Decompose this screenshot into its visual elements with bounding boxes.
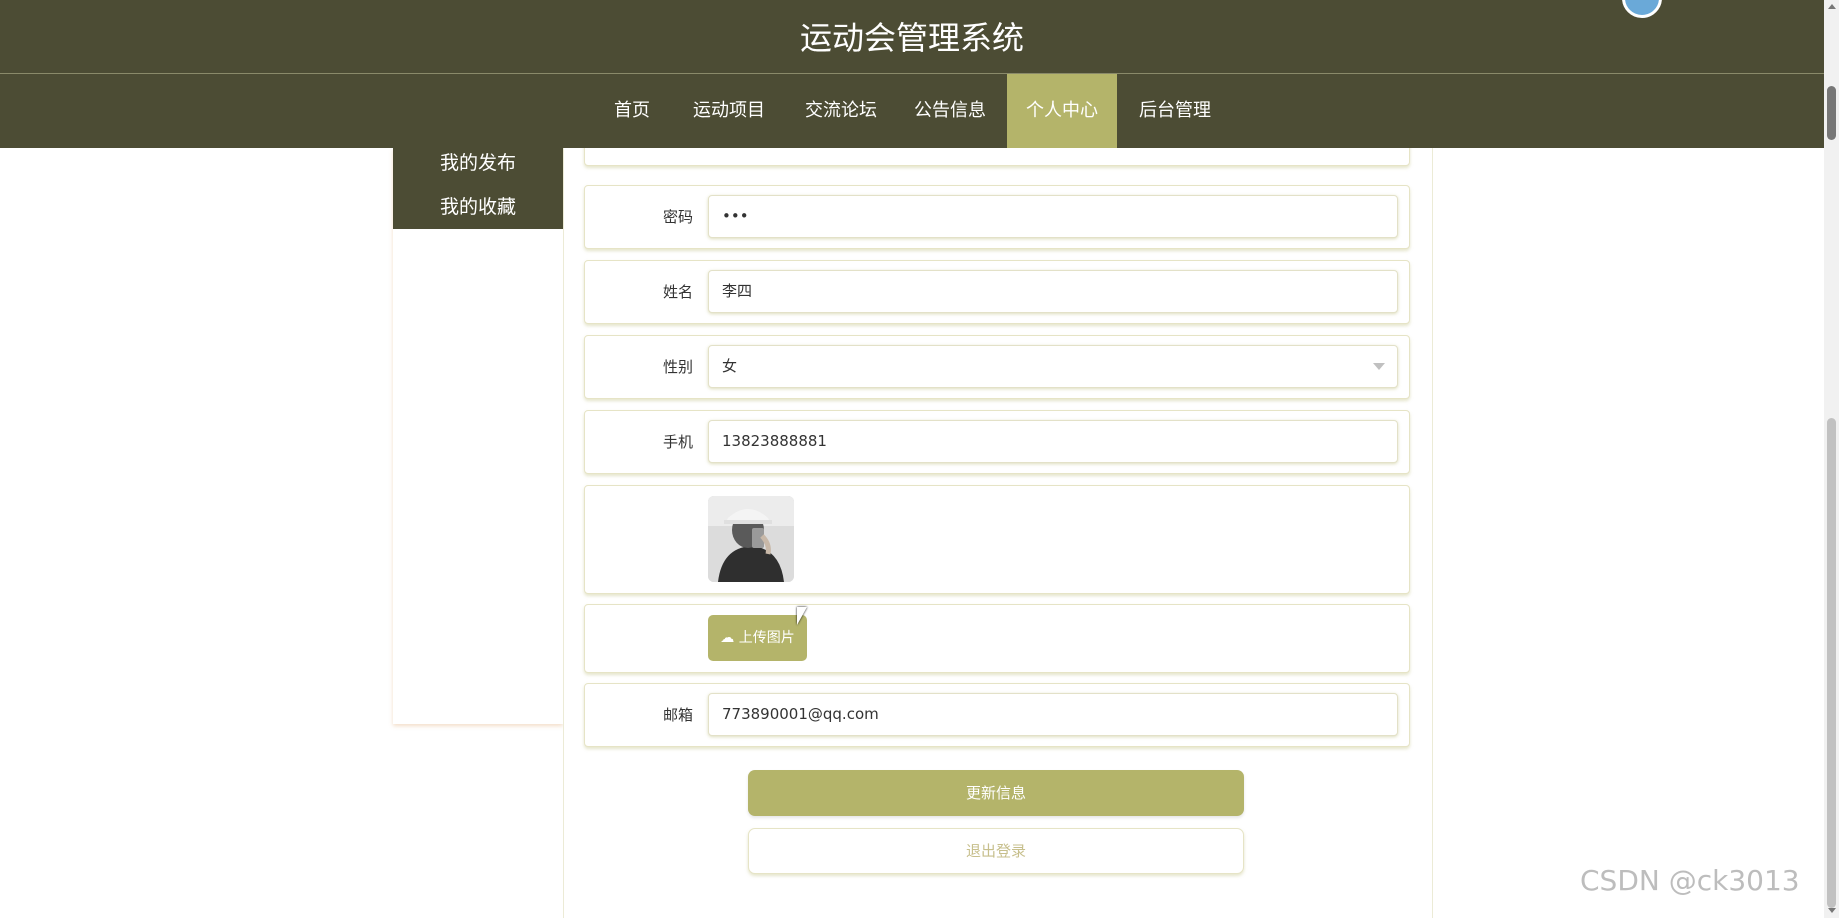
nav-item-sports[interactable]: 运动项目 bbox=[682, 74, 776, 148]
gender-label: 性别 bbox=[662, 358, 693, 376]
main-nav: 首页 运动项目 交流论坛 公告信息 个人中心 后台管理 bbox=[0, 74, 1824, 148]
chevron-down-icon bbox=[1373, 363, 1385, 370]
cloud-upload-icon: ☁ bbox=[720, 630, 735, 646]
upload-image-button[interactable]: ☁ 上传图片 bbox=[708, 615, 807, 661]
sidebar-item-my-favorites[interactable]: 我的收藏 bbox=[393, 192, 563, 219]
nav-item-notices[interactable]: 公告信息 bbox=[903, 74, 997, 148]
form-row-gender: 性别 女 bbox=[584, 335, 1410, 399]
watermark: CSDN @ck3013 bbox=[1580, 864, 1800, 897]
profile-photo bbox=[708, 496, 794, 582]
form-row-phone: 手机 13823888881 bbox=[584, 410, 1410, 474]
nav-item-admin[interactable]: 后台管理 bbox=[1128, 74, 1222, 148]
scroll-thumb[interactable] bbox=[1827, 418, 1836, 908]
nav-item-home[interactable]: 首页 bbox=[600, 74, 664, 148]
password-label: 密码 bbox=[662, 208, 693, 226]
page-scrollbar[interactable] bbox=[1824, 0, 1839, 918]
form-row-upload: ☁ 上传图片 bbox=[584, 604, 1410, 673]
name-field[interactable]: 李四 bbox=[708, 270, 1398, 313]
nav-item-forum[interactable]: 交流论坛 bbox=[794, 74, 888, 148]
gender-value: 女 bbox=[722, 357, 738, 375]
password-field[interactable]: ••• bbox=[708, 195, 1398, 238]
email-label: 邮箱 bbox=[662, 706, 693, 724]
name-label: 姓名 bbox=[662, 283, 693, 301]
gender-select[interactable]: 女 bbox=[708, 345, 1398, 388]
mouse-pointer-icon bbox=[797, 607, 807, 625]
form-row-password: 密码 ••• bbox=[584, 185, 1410, 249]
nav-item-profile[interactable]: 个人中心 bbox=[1007, 74, 1117, 148]
logout-button[interactable]: 退出登录 bbox=[748, 828, 1244, 874]
site-title: 运动会管理系统 bbox=[799, 19, 1024, 57]
upload-image-label: 上传图片 bbox=[738, 630, 795, 646]
form-row-email: 邮箱 773890001@qq.com bbox=[584, 683, 1410, 747]
email-field[interactable]: 773890001@qq.com bbox=[708, 693, 1398, 736]
scroll-up-icon[interactable] bbox=[1828, 4, 1836, 9]
scroll-thumb-secondary[interactable] bbox=[1827, 86, 1836, 140]
phone-label: 手机 bbox=[662, 433, 693, 451]
phone-field[interactable]: 13823888881 bbox=[708, 420, 1398, 463]
form-row-photo bbox=[584, 485, 1410, 594]
sidebar-item-my-posts[interactable]: 我的发布 bbox=[393, 148, 563, 175]
top-header: 运动会管理系统 首页 运动项目 交流论坛 公告信息 个人中心 后台管理 bbox=[0, 0, 1824, 148]
sidebar-menu: 我的发布 我的收藏 bbox=[393, 148, 563, 229]
scroll-down-icon[interactable] bbox=[1828, 908, 1836, 913]
form-row-name: 姓名 李四 bbox=[584, 260, 1410, 324]
sidebar-panel bbox=[393, 148, 563, 724]
update-info-button[interactable]: 更新信息 bbox=[748, 770, 1244, 816]
